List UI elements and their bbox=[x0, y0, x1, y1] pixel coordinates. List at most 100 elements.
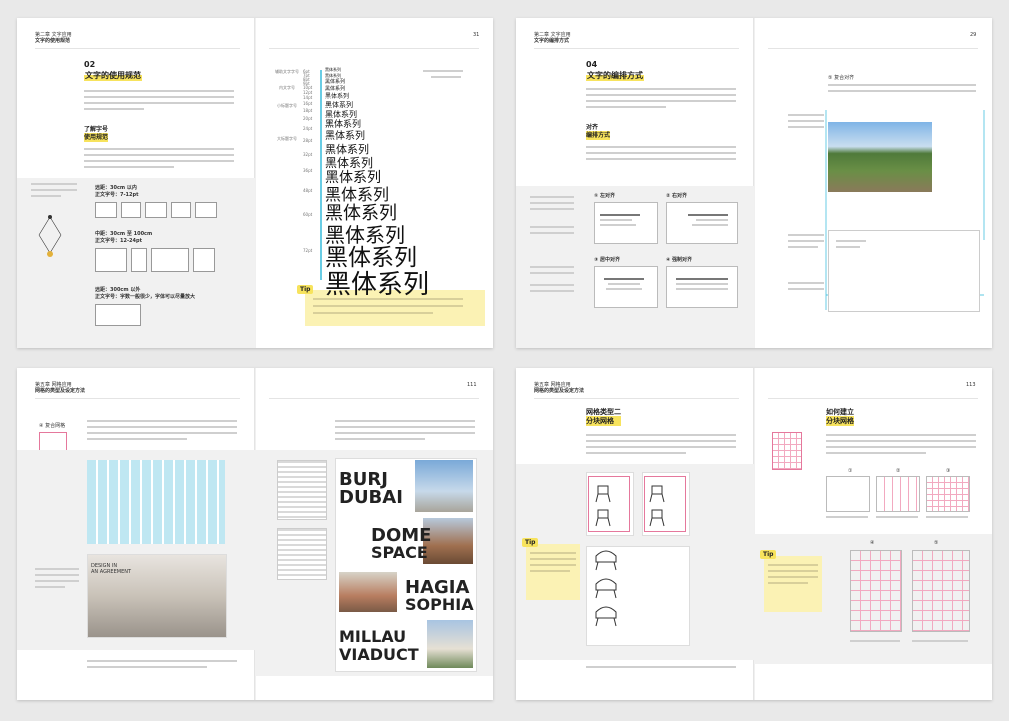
tip-text bbox=[530, 552, 576, 554]
left-page: 第二章 文字应用 文字的使用规范 02 文字的使用规范 了解字号 使用规范 远距… bbox=[17, 18, 255, 348]
header-rule bbox=[768, 398, 978, 399]
side-caption bbox=[788, 126, 824, 128]
side-caption bbox=[788, 114, 824, 116]
side-caption bbox=[788, 288, 824, 290]
ruler-group-label: 内文字号 bbox=[279, 85, 295, 90]
body-text bbox=[87, 420, 237, 422]
side-caption bbox=[31, 195, 61, 197]
page-number: 31 bbox=[473, 32, 480, 38]
tip-text bbox=[530, 570, 570, 572]
align-label-center: ③ 居中对齐 bbox=[594, 257, 620, 263]
step-diagram bbox=[876, 476, 920, 512]
body-text bbox=[586, 158, 736, 160]
header-rule bbox=[35, 398, 240, 399]
spec-sample bbox=[121, 202, 141, 218]
step-caption bbox=[876, 516, 918, 518]
right-page: 113 如何建立 分块网格 ① ② ③ ④ ⑤ Tip bbox=[754, 368, 992, 700]
title-line-2: 分块网格 bbox=[826, 417, 854, 426]
hagia-photo bbox=[339, 572, 397, 612]
header-rule bbox=[269, 398, 479, 399]
body-text bbox=[586, 100, 736, 102]
chapter-sub: 网格的类型及设定方法 bbox=[35, 388, 86, 395]
side-caption bbox=[35, 586, 65, 588]
tip-label: Tip bbox=[522, 538, 539, 547]
body-text bbox=[84, 154, 234, 156]
side-caption bbox=[35, 568, 79, 570]
side-caption bbox=[530, 196, 574, 198]
spec-sample bbox=[195, 202, 217, 218]
side-caption bbox=[35, 580, 79, 582]
tip-text bbox=[768, 582, 808, 584]
chair-icons bbox=[595, 485, 665, 627]
body-text bbox=[87, 426, 237, 428]
example-line bbox=[836, 240, 866, 242]
example-line bbox=[606, 288, 642, 290]
subsection-line-1: 了解字号 bbox=[84, 126, 109, 133]
sample-text: 黑体系列 bbox=[325, 86, 346, 92]
step-number: ② bbox=[896, 468, 901, 474]
spec-sample bbox=[145, 202, 167, 218]
running-header: 第五章 网格应用 网格的类型及设定方法 bbox=[35, 382, 85, 395]
body-text bbox=[586, 446, 736, 448]
right-page: 111 BURJ DUBAI DOME SPACE HAGIA SOPHIA M… bbox=[255, 368, 493, 700]
header-rule bbox=[269, 48, 479, 49]
mini-grid-diagram bbox=[772, 432, 802, 470]
step-caption bbox=[926, 516, 968, 518]
header-rule bbox=[534, 398, 739, 399]
spec-size-mid: 正文字号：12-24pt bbox=[95, 238, 142, 244]
tip-text bbox=[530, 558, 576, 560]
example-line bbox=[608, 283, 640, 285]
body-text bbox=[335, 438, 425, 440]
ruler-size-label: 48pt bbox=[303, 188, 313, 193]
body-text bbox=[84, 96, 234, 98]
ruler-size-label: 32pt bbox=[303, 152, 313, 157]
sample-text: 黑体系列 bbox=[325, 270, 430, 300]
block-grid-title: 网格类型二 分块网格 bbox=[586, 408, 621, 427]
body-text bbox=[87, 666, 207, 668]
ruler-size-label: 18pt bbox=[303, 108, 313, 113]
step-number: ① bbox=[848, 468, 853, 474]
example-line bbox=[836, 246, 860, 248]
word-hagia: HAGIA bbox=[405, 577, 470, 598]
ruler-size-label: 14pt bbox=[303, 95, 313, 100]
subsection-line-1: 对齐 bbox=[586, 124, 599, 131]
side-caption bbox=[530, 290, 574, 292]
compound-align-label: ⑤ 复合对齐 bbox=[828, 75, 855, 81]
sample-text: 黑体系列 bbox=[325, 131, 365, 142]
step-caption bbox=[912, 640, 968, 642]
right-page: 31 辅助文字字号 内文字号 小标题字号 大标题字号 Tip 6pt 7pt 8pt… bbox=[255, 18, 493, 348]
header-rule bbox=[35, 48, 240, 49]
magazine-heading: DESIGN IN AN AGREEMENT bbox=[91, 563, 131, 575]
example-line bbox=[600, 224, 636, 226]
header-rule bbox=[534, 48, 739, 49]
example-line bbox=[600, 214, 640, 216]
section-number: 04 bbox=[586, 60, 598, 69]
layout-example bbox=[828, 230, 980, 312]
sample-text: 黑体系列 bbox=[325, 203, 397, 224]
tip-text bbox=[768, 564, 818, 566]
body-text bbox=[84, 148, 234, 150]
grid-overlay bbox=[87, 460, 225, 544]
body-text bbox=[586, 152, 736, 154]
caption bbox=[431, 76, 461, 78]
side-caption bbox=[530, 226, 574, 228]
ruler-size-label: 36pt bbox=[303, 168, 313, 173]
word-space: SPACE bbox=[371, 543, 428, 562]
section-title: 文字的编排方式 bbox=[586, 70, 644, 81]
body-text bbox=[84, 90, 234, 92]
body-text bbox=[84, 108, 144, 110]
body-text bbox=[87, 660, 237, 662]
align-example-left bbox=[594, 202, 658, 244]
spread-block-grid: 第五章 网格应用 网格的类型及设定方法 网格类型二 分块网格 Tip 113 如… bbox=[516, 368, 992, 700]
body-text bbox=[335, 426, 475, 428]
step-diagram bbox=[826, 476, 870, 512]
body-text bbox=[586, 94, 736, 96]
align-example-center bbox=[594, 266, 658, 308]
example-line bbox=[696, 219, 728, 221]
align-example-justify bbox=[666, 266, 738, 308]
spec-sample bbox=[95, 248, 127, 272]
left-page: 第五章 网格应用 网格的类型及设定方法 网格类型二 分块网格 Tip bbox=[516, 368, 754, 700]
compound-grid-label: ④ 复合网格 bbox=[39, 423, 66, 429]
body-text bbox=[828, 84, 976, 86]
sample-text: 黑体系列 bbox=[325, 110, 357, 119]
